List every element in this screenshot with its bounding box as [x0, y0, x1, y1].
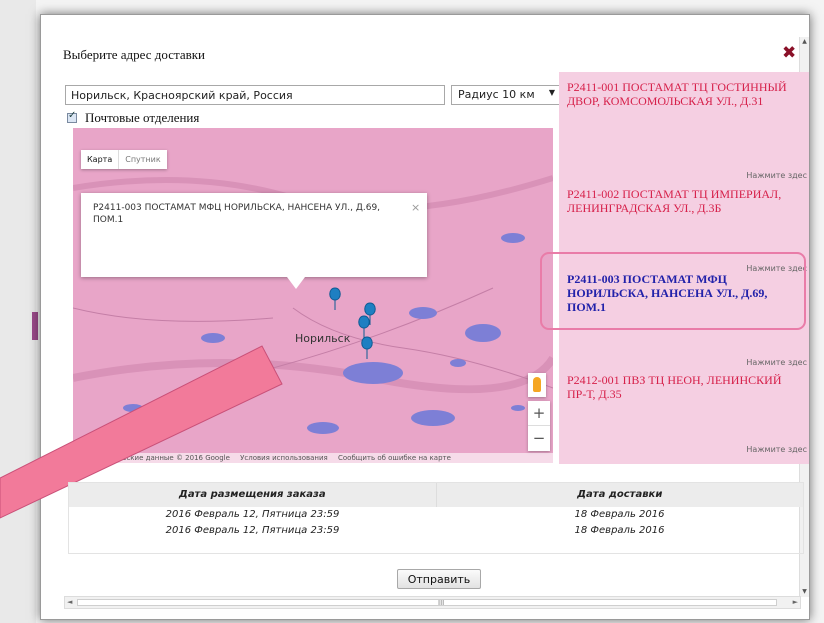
table-cell-delivery-date: 18 Февраль 2016	[574, 509, 665, 520]
horizontal-scrollbar[interactable]: ◄ III ►	[64, 596, 801, 609]
scrollbar-thumb[interactable]: III	[77, 599, 777, 607]
map-type-control: Карта Спутник	[81, 150, 167, 169]
radius-select[interactable]: Радиус 10 км ▼	[451, 85, 561, 105]
pickup-points-list: P2411-001 ПОСТАМАТ ТЦ ГОСТИННЫЙ ДВОР, КО…	[559, 72, 809, 464]
page-backdrop	[0, 0, 36, 623]
scroll-down-icon[interactable]: ▼	[800, 587, 809, 597]
postal-offices-option[interactable]: Почтовые отделения	[67, 110, 199, 126]
popup-close-icon[interactable]: ×	[411, 201, 420, 214]
table-row: 2016 Февраль 12, Пятница 23:59 18 Феврал…	[69, 523, 803, 539]
close-icon[interactable]: ✖	[782, 43, 796, 63]
map-view[interactable]: Карта Спутник P2411-003 ПОСТАМАТ МФЦ НОР…	[73, 128, 553, 463]
submit-button[interactable]: Отправить	[397, 569, 481, 589]
page-backdrop-mark	[32, 312, 38, 340]
map-report-error-link[interactable]: Сообщить об ошибке на карте	[338, 454, 451, 462]
list-item[interactable]: P2411-001 ПОСТАМАТ ТЦ ГОСТИННЫЙ ДВОР, КО…	[567, 80, 807, 180]
scrollbar-grip: III	[438, 599, 445, 607]
pickup-point-more-link[interactable]: Нажмите здес	[746, 356, 807, 370]
table-header-delivery-date: Дата доставки	[435, 483, 804, 507]
map-info-popup: P2411-003 ПОСТАМАТ МФЦ НОРИЛЬСКА, НАНСЕН…	[81, 193, 427, 289]
table-row: 2016 Февраль 12, Пятница 23:59 18 Феврал…	[69, 507, 803, 523]
pickup-point-name[interactable]: P2411-002 ПОСТАМАТ ТЦ ИМПЕРИАЛ, ЛЕНИНГРА…	[567, 187, 799, 215]
list-item-selected[interactable]: P2411-003 ПОСТАМАТ МФЦ НОРИЛЬСКА, НАНСЕН…	[567, 272, 807, 367]
list-item[interactable]: P2411-002 ПОСТАМАТ ТЦ ИМПЕРИАЛ, ЛЕНИНГРА…	[567, 187, 807, 273]
table-cell-order-date: 2016 Февраль 12, Пятница 23:59	[165, 525, 340, 536]
zoom-in-button[interactable]: +	[528, 401, 550, 426]
map-marker-4[interactable]	[361, 336, 373, 359]
map-city-label: Норильск	[295, 332, 351, 345]
pickup-point-name[interactable]: P2411-001 ПОСТАМАТ ТЦ ГОСТИННЫЙ ДВОР, КО…	[567, 80, 799, 108]
map-type-satellite-button[interactable]: Спутник	[118, 150, 166, 169]
map-attribution: Картографические данные © 2016 Google Ус…	[73, 453, 553, 463]
table-cell-delivery-date: 18 Февраль 2016	[574, 525, 665, 536]
delivery-dates-table: Дата размещения заказа Дата доставки 201…	[68, 482, 804, 554]
table-cell-order-date: 2016 Февраль 12, Пятница 23:59	[165, 509, 340, 520]
scroll-right-icon[interactable]: ►	[793, 598, 798, 606]
scroll-up-icon[interactable]: ▲	[800, 37, 809, 47]
zoom-out-button[interactable]: −	[528, 426, 550, 451]
street-view-pegman-icon[interactable]	[528, 373, 546, 397]
postal-offices-checkbox[interactable]	[67, 110, 77, 123]
map-terms-link[interactable]: Условия использования	[240, 454, 328, 462]
table-header-row: Дата размещения заказа Дата доставки	[69, 483, 803, 507]
chevron-down-icon: ▼	[548, 88, 555, 97]
map-zoom-control: + −	[528, 401, 550, 451]
map-terrain	[73, 175, 553, 463]
list-item[interactable]: P2412-001 ПВЗ ТЦ НЕОН, ЛЕНИНСКИЙ ПР-Т, Д…	[567, 373, 807, 454]
pickup-point-more-link[interactable]: Нажмите здес	[746, 443, 807, 457]
pickup-point-name[interactable]: P2412-001 ПВЗ ТЦ НЕОН, ЛЕНИНСКИЙ ПР-Т, Д…	[567, 373, 799, 401]
map-attribution-data: Картографические данные © 2016 Google	[73, 454, 230, 462]
map-marker-3[interactable]	[358, 315, 370, 338]
address-search-input[interactable]	[65, 85, 445, 105]
pickup-point-more-link[interactable]: Нажмите здес	[746, 169, 807, 183]
scroll-left-icon[interactable]: ◄	[67, 598, 72, 606]
radius-select-value: Радиус 10 км	[458, 88, 535, 101]
map-marker-1[interactable]	[329, 287, 341, 310]
pickup-point-name[interactable]: P2411-003 ПОСТАМАТ МФЦ НОРИЛЬСКА, НАНСЕН…	[567, 272, 799, 314]
map-type-map-button[interactable]: Карта	[81, 150, 118, 169]
postal-offices-label: Почтовые отделения	[85, 110, 200, 125]
dialog-title: Выберите адрес доставки	[63, 47, 206, 62]
map-popup-text: P2411-003 ПОСТАМАТ МФЦ НОРИЛЬСКА, НАНСЕН…	[93, 203, 381, 225]
table-header-order-date: Дата размещения заказа	[178, 489, 326, 500]
